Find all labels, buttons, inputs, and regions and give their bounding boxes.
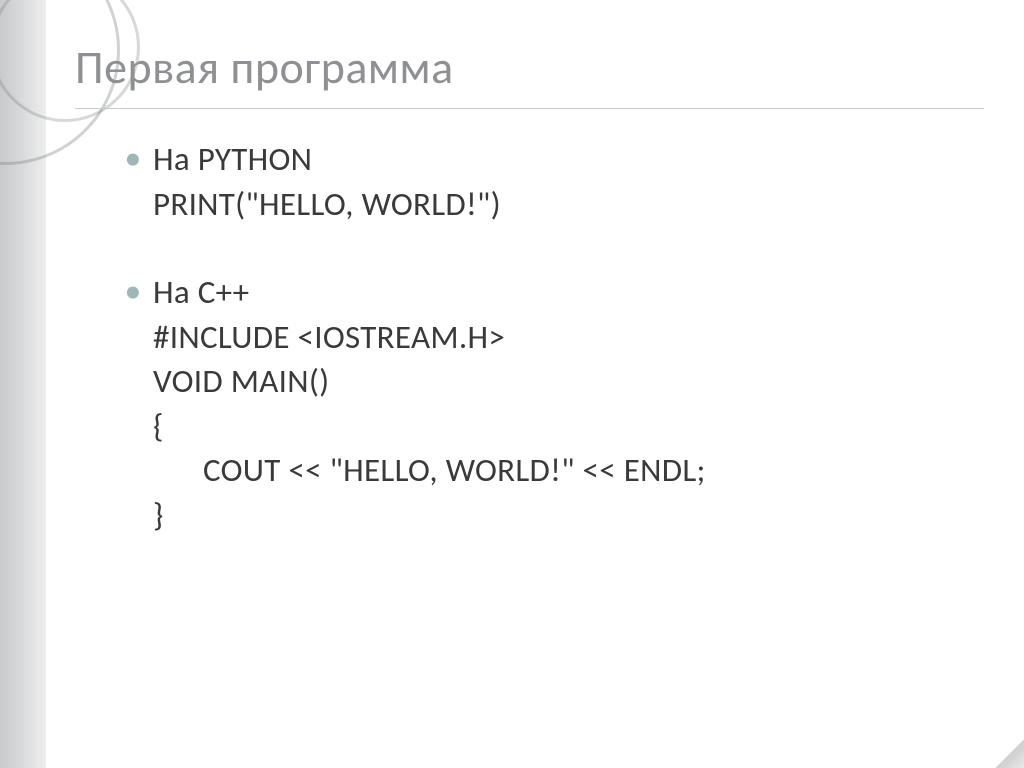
code-line: COUT << "HELLO, WORLD!" << ENDL; [125, 448, 984, 493]
code-line: { [125, 404, 984, 449]
code-line: #INCLUDE <IOSTREAM.H> [125, 315, 984, 360]
slide-content: Первая программа ● На PYTHON PRINT("HELL… [75, 40, 984, 537]
title-underline [75, 108, 984, 109]
bullet-heading: На PYTHON [153, 137, 312, 182]
page-curl-icon [996, 740, 1024, 768]
bullet-icon: ● [125, 278, 139, 304]
code-line: PRINT("HELLO, WORLD!") [125, 182, 984, 227]
bullet-item: ● На PYTHON [125, 137, 984, 182]
spacer [125, 226, 984, 270]
body-content: ● На PYTHON PRINT("HELLO, WORLD!") ● На … [75, 137, 984, 537]
bullet-item: ● На C++ [125, 270, 984, 315]
slide-title: Первая программа [75, 40, 984, 96]
bullet-heading: На C++ [153, 270, 249, 315]
code-line: } [125, 493, 984, 538]
bullet-icon: ● [125, 145, 139, 171]
code-line: VOID MAIN() [125, 359, 984, 404]
